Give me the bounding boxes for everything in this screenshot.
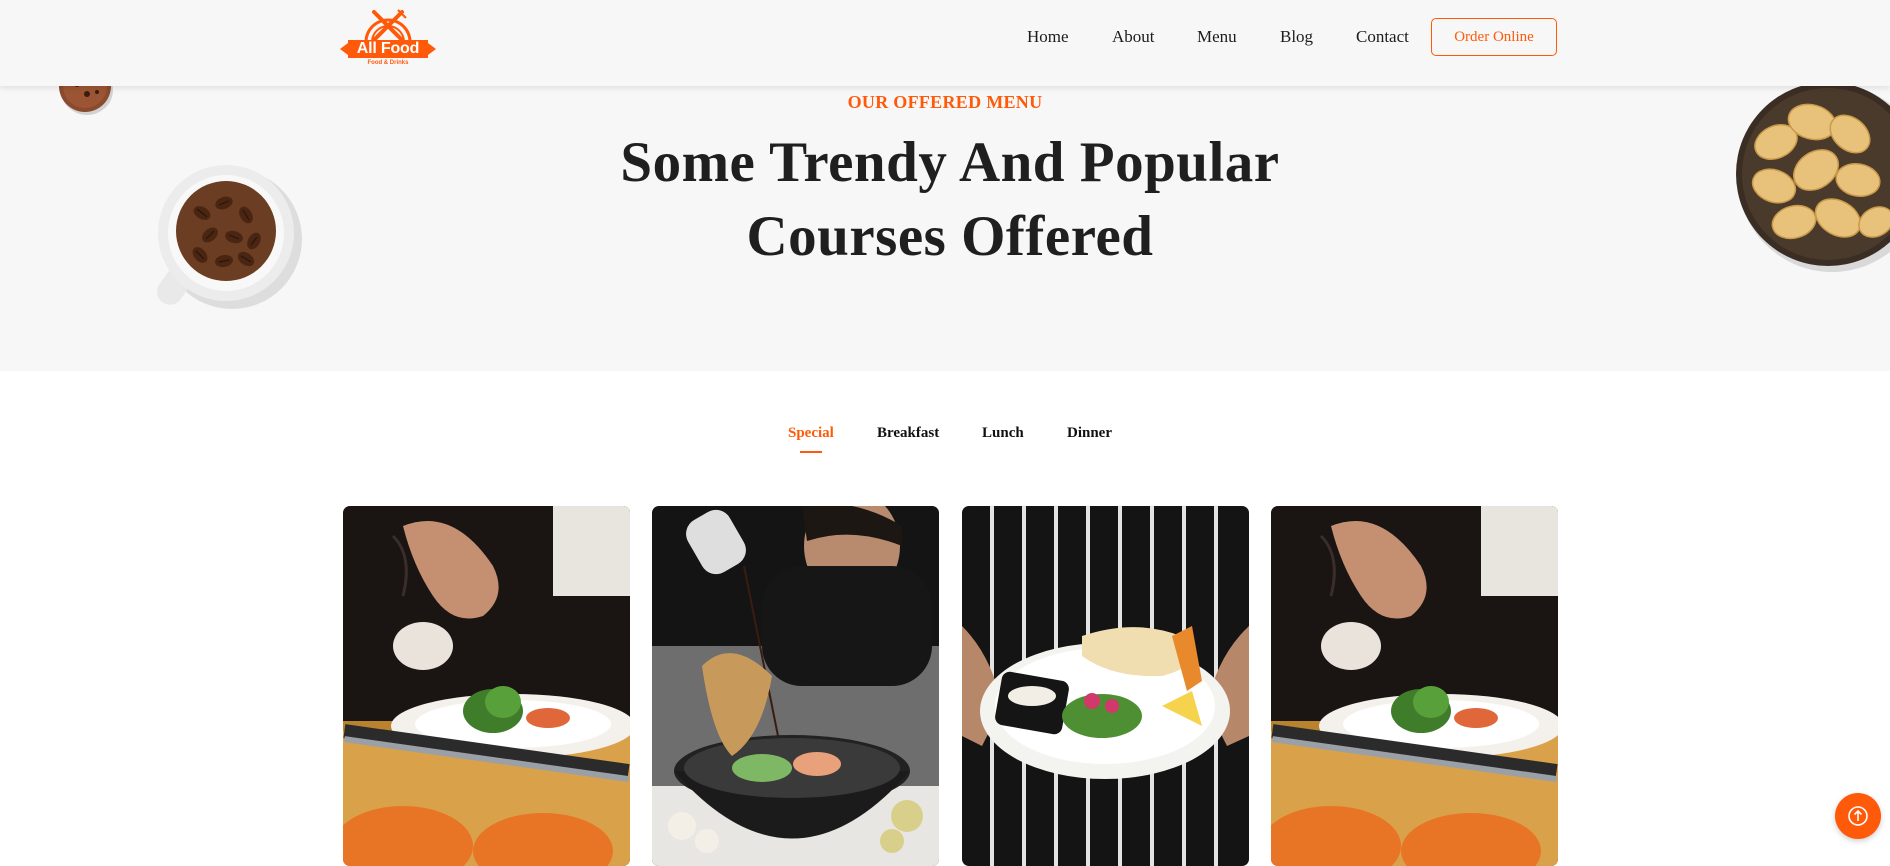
chef-garnishing-plate-photo <box>1271 506 1558 866</box>
brand-logo[interactable]: All Food Food & Drinks <box>340 8 436 68</box>
nav-home[interactable]: Home <box>1027 27 1069 47</box>
menu-card[interactable] <box>1271 506 1558 866</box>
menu-card[interactable] <box>343 506 630 866</box>
brand-name: All Food <box>356 40 420 57</box>
nav-blog[interactable]: Blog <box>1280 27 1313 47</box>
nav-about[interactable]: About <box>1112 27 1155 47</box>
scroll-to-top-button[interactable] <box>1835 793 1881 839</box>
order-online-button[interactable]: Order Online <box>1431 18 1557 56</box>
menu-card[interactable] <box>652 506 939 866</box>
tab-special[interactable]: Special <box>788 425 834 442</box>
active-tab-indicator <box>800 451 822 453</box>
tab-lunch[interactable]: Lunch <box>982 425 1024 442</box>
coffee-beans-cup-decoration <box>156 165 302 309</box>
section-eyebrow: OUR OFFERED MENU <box>847 92 1043 112</box>
crossed-utensils-icon <box>364 9 412 43</box>
tab-breakfast[interactable]: Breakfast <box>877 425 939 442</box>
chef-saucing-bowl-photo <box>652 506 939 866</box>
tab-dinner[interactable]: Dinner <box>1067 425 1112 442</box>
brand-tagline: Food & Drinks <box>367 60 409 66</box>
chef-garnishing-plate-photo <box>343 506 630 866</box>
menu-card[interactable] <box>962 506 1249 866</box>
nav-contact[interactable]: Contact <box>1356 27 1409 47</box>
site-header: All Food Food & Drinks Home About Menu B… <box>0 0 1890 86</box>
waiter-holding-fish-plate-photo <box>962 506 1249 866</box>
nav-menu[interactable]: Menu <box>1197 27 1237 47</box>
section-title: Some Trendy And Popular Courses Offered <box>620 131 1280 268</box>
arrow-up-circle-icon <box>1848 806 1868 826</box>
